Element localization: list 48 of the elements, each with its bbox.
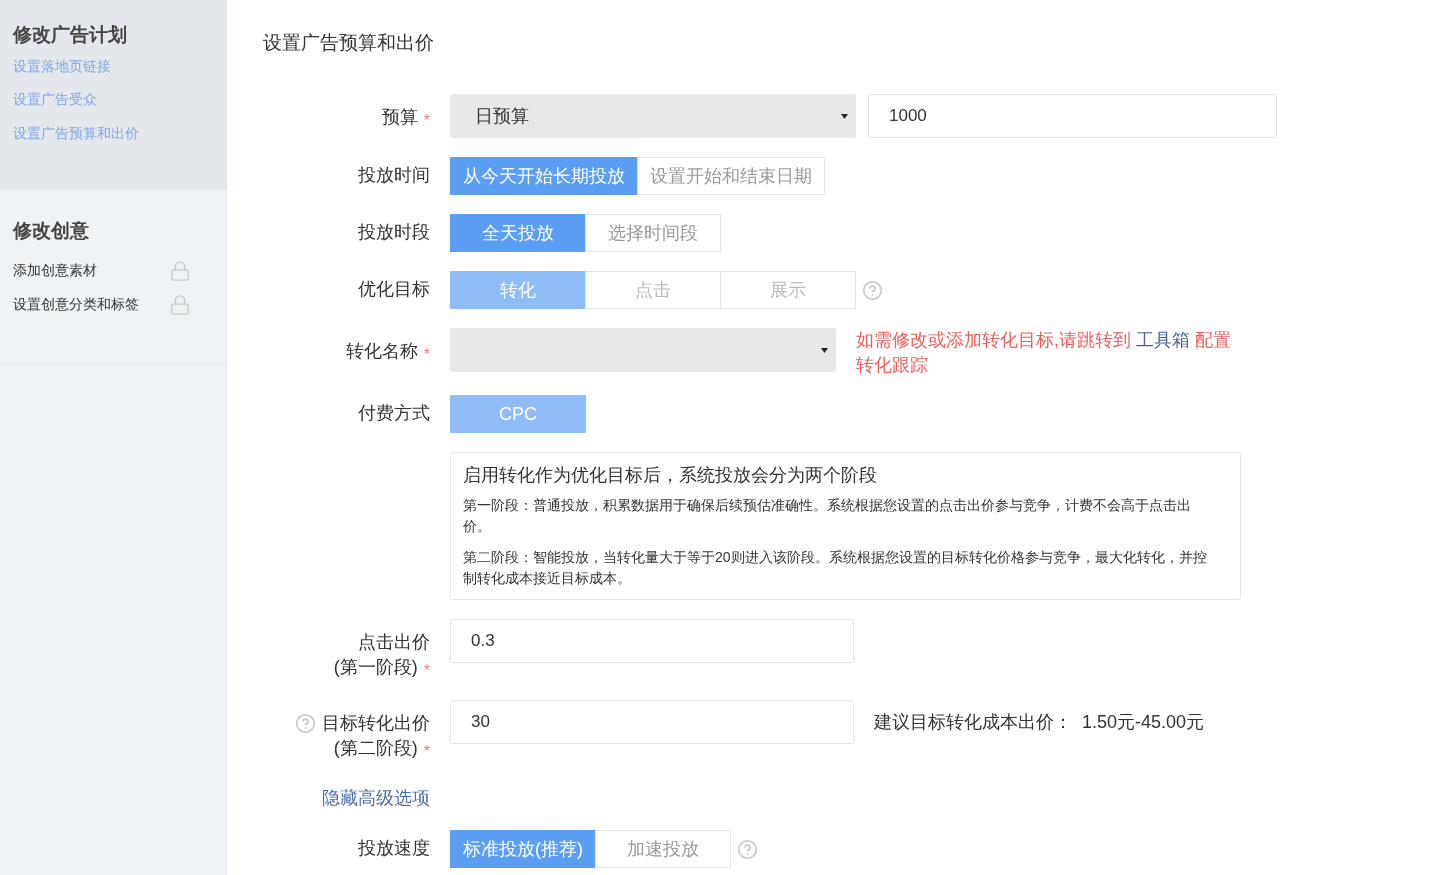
option-button[interactable]: 选择时间段 — [585, 214, 721, 252]
caret-icon — [821, 347, 828, 353]
input-field[interactable]: 1000 — [868, 94, 1277, 138]
field-label: 优化目标 — [358, 278, 430, 301]
help-note: 如需修改或添加转化目标,请跳转到 工具箱 配置转化跟踪 — [856, 329, 1233, 377]
field-label: 投放速度 — [358, 837, 430, 860]
toolbox-link[interactable]: 工具箱 — [1136, 330, 1191, 350]
budget-select[interactable]: 日预算 — [450, 94, 856, 138]
field-label: 转化名称 — [345, 340, 418, 363]
sidebar-link[interactable]: 设置广告受众 — [13, 91, 97, 110]
conversion-select[interactable] — [450, 328, 836, 372]
required-mark: * — [423, 346, 430, 364]
field-label: 预算 — [381, 106, 418, 129]
lock-icon — [169, 260, 191, 282]
field-label: 点击出价 — [358, 631, 430, 654]
option-button[interactable]: 设置开始和结束日期 — [637, 157, 825, 195]
help-icon[interactable] — [295, 713, 316, 734]
option-button[interactable]: 加速投放 — [595, 830, 731, 868]
field-label: 投放时间 — [358, 164, 430, 187]
input-field[interactable]: 30 — [450, 700, 854, 744]
sidebar-item[interactable]: 设置创意分类和标签 — [13, 296, 139, 314]
sidebar-heading: 修改广告计划 — [13, 23, 128, 47]
help-icon[interactable] — [737, 838, 758, 860]
field-label: 付费方式 — [358, 402, 430, 425]
info-title: 启用转化作为优化目标后，系统投放会分为两个阶段 — [463, 464, 878, 487]
option-button[interactable]: 标准投放(推荐) — [450, 830, 596, 868]
field-label: 投放时段 — [358, 221, 430, 244]
sidebar-link[interactable]: 设置广告预算和出价 — [13, 124, 139, 143]
sidebar-heading: 修改创意 — [13, 219, 90, 243]
option-button[interactable]: 从今天开始长期投放 — [450, 157, 638, 195]
required-mark: * — [423, 743, 430, 761]
info-paragraph: 第二阶段：智能投放，当转化量大于等于20则进入该阶段。系统根据您设置的目标转化价格参与竞争，最大化转化，并控制转化成本接近目标成本。 — [463, 548, 1208, 588]
sidebar-link[interactable]: 设置落地页链接 — [13, 57, 111, 76]
hide-advanced-link[interactable]: 隐藏高级选项 — [263, 786, 430, 810]
page-title: 设置广告预算和出价 — [263, 31, 435, 55]
required-mark: * — [423, 662, 430, 680]
required-mark: * — [423, 112, 430, 130]
caret-icon — [841, 113, 848, 119]
input-field[interactable]: 0.3 — [450, 619, 854, 663]
hint-value: 1.50元-45.00元 — [1082, 711, 1205, 734]
sidebar-item[interactable]: 添加创意素材 — [13, 262, 97, 280]
field-label: (第一阶段) — [333, 656, 418, 679]
hint-label: 建议目标转化成本出价： — [874, 711, 1072, 734]
info-paragraph: 第一阶段：普通投放，积累数据用于确保后续预估准确性。系统根据您设置的点击出价参与竞争，计费不会高于点击出价。 — [463, 496, 1192, 536]
field-label: 目标转化出价 — [322, 712, 430, 735]
lock-icon — [169, 294, 191, 316]
option-button[interactable]: 全天投放 — [450, 214, 586, 252]
field-label: (第二阶段) — [333, 737, 418, 760]
